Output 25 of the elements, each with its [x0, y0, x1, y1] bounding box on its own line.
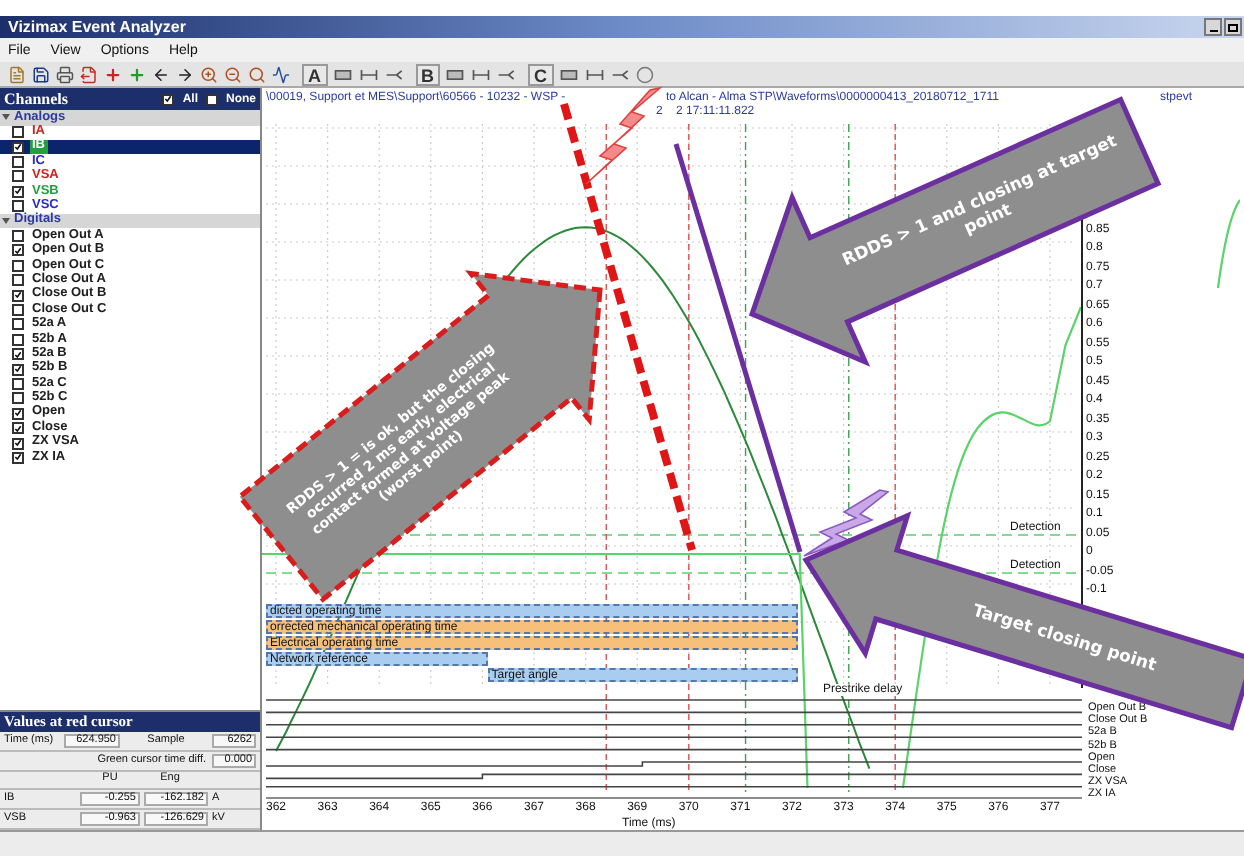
expand-icon[interactable] — [2, 217, 10, 226]
all-checkbox[interactable] — [162, 93, 175, 105]
arrow-left-icon[interactable] — [150, 63, 172, 85]
toolbar-letter-button[interactable]: A — [302, 63, 327, 85]
zoom-out-icon[interactable] — [222, 63, 244, 85]
window-title: Vizimax Event Analyzer — [8, 19, 186, 35]
print-icon[interactable] — [54, 63, 76, 85]
arrow-right-icon[interactable] — [174, 63, 196, 85]
channels-title: Channels — [4, 91, 71, 107]
search-icon[interactable] — [246, 63, 268, 85]
toolbar-letter-button[interactable]: C — [528, 63, 553, 85]
maximize-icon[interactable] — [1224, 18, 1242, 36]
lightning-icon — [803, 489, 890, 557]
circle-icon[interactable] — [633, 63, 655, 85]
expand-icon[interactable] — [2, 113, 10, 122]
channel-checkbox[interactable] — [12, 437, 24, 449]
toolbar-letter-button[interactable]: B — [415, 63, 440, 85]
lightning-icon — [585, 86, 663, 185]
save-icon[interactable] — [30, 63, 52, 85]
minimize-icon[interactable] — [1204, 18, 1222, 36]
zoom-in-icon[interactable] — [198, 63, 220, 85]
plus-icon[interactable] — [102, 63, 124, 85]
none-checkbox[interactable] — [206, 93, 218, 105]
export-icon[interactable] — [78, 63, 100, 85]
waveform-icon[interactable] — [270, 63, 292, 85]
